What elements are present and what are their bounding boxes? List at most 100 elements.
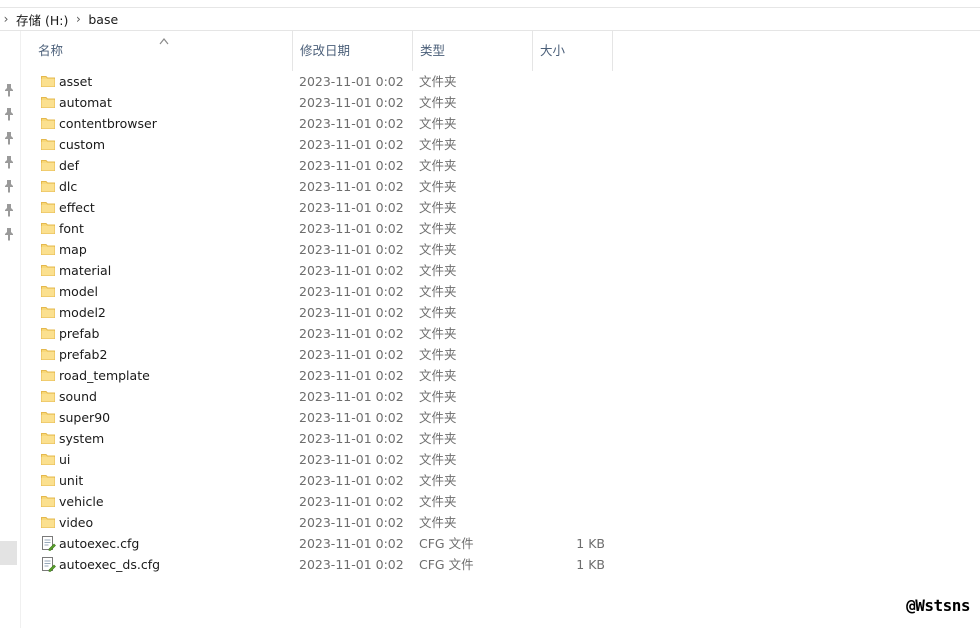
file-row[interactable]: material 2023-11-01 0:02 文件夹 — [20, 260, 660, 281]
pin-icon[interactable] — [3, 227, 15, 241]
file-row[interactable]: contentbrowser 2023-11-01 0:02 文件夹 — [20, 113, 660, 134]
file-date: 2023-11-01 0:02 — [299, 431, 404, 446]
file-row[interactable]: prefab2 2023-11-01 0:02 文件夹 — [20, 344, 660, 365]
file-row[interactable]: road_template 2023-11-01 0:02 文件夹 — [20, 365, 660, 386]
file-row[interactable]: vehicle 2023-11-01 0:02 文件夹 — [20, 491, 660, 512]
address-bar[interactable]: › 存储 (H:) › base — [0, 8, 980, 31]
pin-icon[interactable] — [3, 155, 15, 169]
file-date: 2023-11-01 0:02 — [299, 179, 404, 194]
file-row[interactable]: system 2023-11-01 0:02 文件夹 — [20, 428, 660, 449]
breadcrumb-drive[interactable]: 存储 (H:) — [12, 10, 72, 29]
folder-icon — [40, 493, 56, 509]
folder-icon — [40, 136, 56, 152]
file-type: 文件夹 — [419, 494, 457, 509]
file-name: font — [59, 221, 84, 236]
column-header-size-label: 大小 — [540, 43, 566, 58]
file-date: 2023-11-01 0:02 — [299, 116, 404, 131]
cfg-file-icon — [40, 556, 56, 572]
watermark: @Wstsns — [906, 596, 970, 615]
file-name: unit — [59, 473, 84, 488]
file-row[interactable]: unit 2023-11-01 0:02 文件夹 — [20, 470, 660, 491]
folder-icon — [40, 367, 56, 383]
file-name: map — [59, 242, 87, 257]
column-divider[interactable] — [612, 31, 613, 71]
file-name: model2 — [59, 305, 106, 320]
file-type: 文件夹 — [419, 410, 457, 425]
file-row[interactable]: map 2023-11-01 0:02 文件夹 — [20, 239, 660, 260]
file-type: 文件夹 — [419, 431, 457, 446]
file-name: system — [59, 431, 105, 446]
file-name: sound — [59, 389, 97, 404]
file-type: 文件夹 — [419, 452, 457, 467]
chevron-right-icon[interactable]: › — [72, 12, 84, 26]
file-date: 2023-11-01 0:02 — [299, 347, 404, 362]
folder-icon — [40, 304, 56, 320]
pin-icon[interactable] — [3, 107, 15, 121]
file-type: 文件夹 — [419, 389, 457, 404]
pin-icon[interactable] — [3, 179, 15, 193]
file-name: effect — [59, 200, 95, 215]
file-row[interactable]: autoexec.cfg 2023-11-01 0:02 CFG 文件 1 KB — [20, 533, 660, 554]
file-row[interactable]: asset 2023-11-01 0:02 文件夹 — [20, 71, 660, 92]
file-row[interactable]: video 2023-11-01 0:02 文件夹 — [20, 512, 660, 533]
file-date: 2023-11-01 0:02 — [299, 305, 404, 320]
file-date: 2023-11-01 0:02 — [299, 494, 404, 509]
file-date: 2023-11-01 0:02 — [299, 389, 404, 404]
folder-icon — [40, 157, 56, 173]
folder-icon — [40, 388, 56, 404]
file-date: 2023-11-01 0:02 — [299, 368, 404, 383]
file-date: 2023-11-01 0:02 — [299, 200, 404, 215]
file-row[interactable]: dlc 2023-11-01 0:02 文件夹 — [20, 176, 660, 197]
file-row[interactable]: custom 2023-11-01 0:02 文件夹 — [20, 134, 660, 155]
column-header-type-label: 类型 — [420, 43, 446, 58]
file-type: 文件夹 — [419, 95, 457, 110]
file-type: 文件夹 — [419, 158, 457, 173]
file-name: video — [59, 515, 94, 530]
pin-icon[interactable] — [3, 131, 15, 145]
file-type: CFG 文件 — [419, 536, 474, 551]
column-header-date[interactable]: 修改日期 — [293, 31, 413, 71]
file-name: custom — [59, 137, 106, 152]
file-date: 2023-11-01 0:02 — [299, 557, 404, 572]
folder-icon — [40, 451, 56, 467]
folder-icon — [40, 346, 56, 362]
file-name: contentbrowser — [59, 116, 157, 131]
file-row[interactable]: sound 2023-11-01 0:02 文件夹 — [20, 386, 660, 407]
file-type: 文件夹 — [419, 179, 457, 194]
file-name: road_template — [59, 368, 150, 383]
file-date: 2023-11-01 0:02 — [299, 473, 404, 488]
folder-icon — [40, 199, 56, 215]
file-row[interactable]: autoexec_ds.cfg 2023-11-01 0:02 CFG 文件 1 KB — [20, 554, 660, 575]
file-date: 2023-11-01 0:02 — [299, 410, 404, 425]
chevron-right-icon[interactable]: › — [0, 12, 12, 26]
file-type: 文件夹 — [419, 368, 457, 383]
folder-icon — [40, 178, 56, 194]
folder-icon — [40, 220, 56, 236]
file-name: autoexec.cfg — [59, 536, 140, 551]
file-name: material — [59, 263, 112, 278]
file-row[interactable]: automat 2023-11-01 0:02 文件夹 — [20, 92, 660, 113]
column-header-name-label: 名称 — [38, 43, 64, 58]
file-row[interactable]: def 2023-11-01 0:02 文件夹 — [20, 155, 660, 176]
file-date: 2023-11-01 0:02 — [299, 242, 404, 257]
pin-icon[interactable] — [3, 203, 15, 217]
file-row[interactable]: effect 2023-11-01 0:02 文件夹 — [20, 197, 660, 218]
file-row[interactable]: font 2023-11-01 0:02 文件夹 — [20, 218, 660, 239]
file-row[interactable]: model2 2023-11-01 0:02 文件夹 — [20, 302, 660, 323]
scrollbar-thumb[interactable] — [0, 541, 17, 565]
file-row[interactable]: ui 2023-11-01 0:02 文件夹 — [20, 449, 660, 470]
file-date: 2023-11-01 0:02 — [299, 137, 404, 152]
pin-icon[interactable] — [3, 83, 15, 97]
file-name: asset — [59, 74, 93, 89]
column-header-size[interactable]: 大小 — [533, 31, 613, 71]
folder-icon — [40, 94, 56, 110]
file-row[interactable]: prefab 2023-11-01 0:02 文件夹 — [20, 323, 660, 344]
file-row[interactable]: super90 2023-11-01 0:02 文件夹 — [20, 407, 660, 428]
file-type: 文件夹 — [419, 515, 457, 530]
file-name: dlc — [59, 179, 78, 194]
column-header-type[interactable]: 类型 — [413, 31, 533, 71]
file-name: vehicle — [59, 494, 104, 509]
file-row[interactable]: model 2023-11-01 0:02 文件夹 — [20, 281, 660, 302]
breadcrumb-folder[interactable]: base — [84, 12, 122, 27]
navigation-pane-edge[interactable] — [0, 31, 21, 628]
